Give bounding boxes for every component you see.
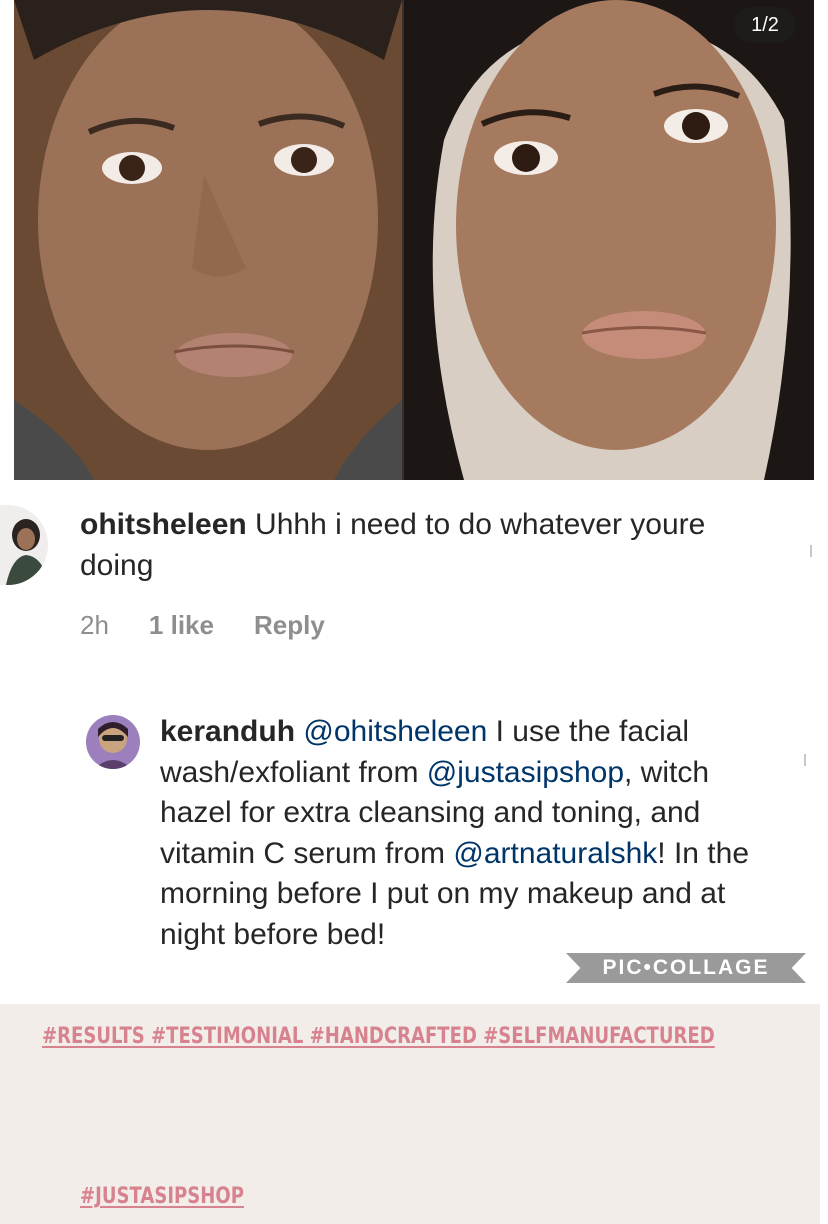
comment-username[interactable]: keranduh (160, 715, 295, 748)
caption-area: #RESULTS #TESTIMONIAL #HANDCRAFTED #SELF… (0, 1004, 828, 1224)
reply-button[interactable]: Reply (254, 610, 325, 641)
comment-text: keranduh @ohitsheleen I use the facial w… (160, 712, 780, 955)
heart-like-icon[interactable] (810, 545, 812, 557)
comment-time: 2h (80, 610, 109, 640)
after-photo (404, 0, 814, 480)
after-face-illustration (404, 0, 814, 480)
comment-meta: 2h 1 like Reply (80, 610, 780, 641)
comment-username[interactable]: ohitsheleen (80, 508, 247, 541)
pic-collage-watermark: PIC•COLLAGE (566, 953, 806, 983)
avatar-keranduh-image (86, 715, 140, 769)
hashtags-row-1[interactable]: #RESULTS #TESTIMONIAL #HANDCRAFTED #SELF… (42, 1024, 715, 1049)
image-counter-badge: 1/2 (734, 7, 796, 43)
mention-ohitsheleen[interactable]: @ohitsheleen (303, 715, 487, 748)
comment-body: ohitsheleen Uhhh i need to do whatever y… (80, 505, 780, 641)
avatar-ohitsheleen-image (0, 505, 48, 585)
comment-likes[interactable]: 1 like (149, 610, 214, 641)
comment-text: ohitsheleen Uhhh i need to do whatever y… (80, 505, 780, 586)
photo-collage[interactable]: 1/2 (14, 0, 814, 480)
before-face-illustration (14, 0, 402, 480)
hashtag-justasipshop[interactable]: #JUSTASIPSHOP (80, 1184, 244, 1209)
heart-like-icon[interactable] (804, 754, 806, 766)
avatar-ohitsheleen[interactable] (0, 505, 48, 585)
mention-artnaturalshk[interactable]: @artnaturalshk (453, 837, 657, 870)
avatar-keranduh[interactable] (86, 715, 140, 769)
before-photo (14, 0, 402, 480)
mention-justasipshop[interactable]: @justasipshop (427, 756, 624, 789)
comment-body: keranduh @ohitsheleen I use the facial w… (160, 712, 780, 990)
